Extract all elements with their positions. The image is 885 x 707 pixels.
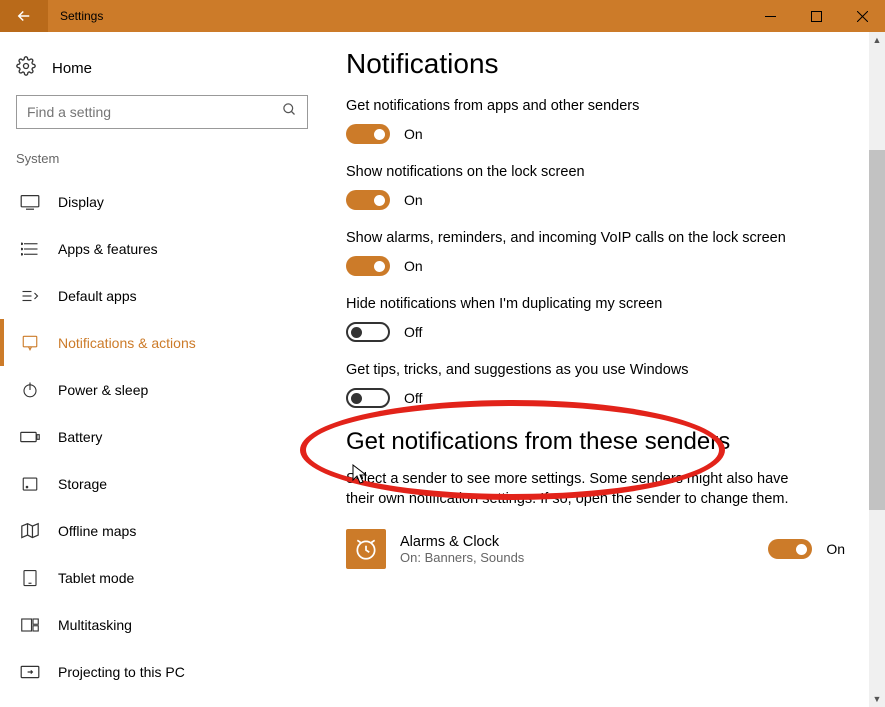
nav-power-sleep[interactable]: Power & sleep: [0, 366, 318, 413]
toggle-state-label: On: [404, 258, 423, 274]
setting-label: Show notifications on the lock screen: [346, 164, 786, 180]
nav-label: Storage: [58, 476, 107, 492]
setting-row: Hide notifications when I'm duplicating …: [346, 296, 845, 342]
setting-label: Get tips, tricks, and suggestions as you…: [346, 362, 786, 378]
scroll-up-icon[interactable]: ▲: [869, 32, 885, 48]
nav-multitasking[interactable]: Multitasking: [0, 601, 318, 648]
display-icon: [20, 194, 40, 210]
toggle-state-label: On: [826, 541, 845, 557]
page-heading: Notifications: [346, 48, 845, 80]
nav-label: Tablet mode: [58, 570, 134, 586]
setting-row: Get tips, tricks, and suggestions as you…: [346, 362, 845, 408]
maximize-button[interactable]: [793, 0, 839, 32]
nav-default-apps[interactable]: Default apps: [0, 272, 318, 319]
nav-label: Apps & features: [58, 241, 158, 257]
setting-row: Get notifications from apps and other se…: [346, 98, 845, 144]
nav-label: Display: [58, 194, 104, 210]
sender-sub: On: Banners, Sounds: [400, 550, 754, 565]
arrow-left-icon: [15, 7, 33, 25]
senders-heading: Get notifications from these senders: [346, 428, 845, 456]
toggle-switch[interactable]: [346, 388, 390, 408]
toggle-switch[interactable]: [768, 539, 812, 559]
sidebar: Home System Display Apps & features Defa…: [0, 32, 318, 707]
nav-offline-maps[interactable]: Offline maps: [0, 507, 318, 554]
senders-description: Select a sender to see more settings. So…: [346, 470, 806, 509]
default-apps-icon: [20, 288, 40, 304]
nav-label: Multitasking: [58, 617, 132, 633]
nav-display[interactable]: Display: [0, 178, 318, 225]
home-label: Home: [52, 60, 92, 77]
toggle-switch[interactable]: [346, 124, 390, 144]
list-icon: [20, 241, 40, 257]
setting-row: Show notifications on the lock screen On: [346, 164, 845, 210]
notification-icon: [20, 334, 40, 352]
setting-label: Show alarms, reminders, and incoming VoI…: [346, 230, 786, 246]
setting-row: Show alarms, reminders, and incoming VoI…: [346, 230, 845, 276]
close-icon: [857, 11, 868, 22]
nav-projecting[interactable]: Projecting to this PC: [0, 648, 318, 695]
nav-tablet-mode[interactable]: Tablet mode: [0, 554, 318, 601]
close-button[interactable]: [839, 0, 885, 32]
sender-info: Alarms & Clock On: Banners, Sounds: [400, 534, 754, 565]
search-input-wrapper[interactable]: [16, 95, 308, 129]
toggle-switch[interactable]: [346, 256, 390, 276]
nav-notifications[interactable]: Notifications & actions: [0, 319, 318, 366]
setting-label: Hide notifications when I'm duplicating …: [346, 296, 786, 312]
sender-item[interactable]: Alarms & Clock On: Banners, Sounds On: [346, 529, 845, 569]
gear-icon: [16, 56, 36, 81]
toggle-state-label: Off: [404, 324, 422, 340]
battery-icon: [20, 430, 40, 444]
sender-name: Alarms & Clock: [400, 534, 754, 550]
nav-label: Notifications & actions: [58, 335, 196, 351]
category-label: System: [0, 151, 318, 178]
storage-icon: [20, 475, 40, 493]
nav-storage[interactable]: Storage: [0, 460, 318, 507]
power-icon: [20, 381, 40, 399]
nav-battery[interactable]: Battery: [0, 413, 318, 460]
toggle-switch[interactable]: [346, 190, 390, 210]
titlebar: Settings: [0, 0, 885, 32]
projecting-icon: [20, 664, 40, 680]
toggle-state-label: Off: [404, 390, 422, 406]
toggle-switch[interactable]: [346, 322, 390, 342]
multitasking-icon: [20, 617, 40, 633]
search-icon: [282, 102, 297, 122]
setting-label: Get notifications from apps and other se…: [346, 98, 786, 114]
nav-label: Battery: [58, 429, 102, 445]
nav-label: Power & sleep: [58, 382, 148, 398]
toggle-state-label: On: [404, 126, 423, 142]
main-content: Notifications Get notifications from app…: [318, 32, 885, 707]
nav-label: Offline maps: [58, 523, 136, 539]
minimize-icon: [765, 11, 776, 22]
nav-apps-features[interactable]: Apps & features: [0, 225, 318, 272]
toggle-state-label: On: [404, 192, 423, 208]
map-icon: [20, 522, 40, 540]
alarm-clock-icon: [346, 529, 386, 569]
nav-label: Projecting to this PC: [58, 664, 185, 680]
back-button[interactable]: [0, 0, 48, 32]
scrollbar-thumb[interactable]: [869, 150, 885, 510]
window-title: Settings: [60, 9, 103, 23]
maximize-icon: [811, 11, 822, 22]
search-input[interactable]: [27, 104, 267, 120]
tablet-icon: [20, 569, 40, 587]
home-link[interactable]: Home: [0, 48, 318, 95]
scroll-down-icon[interactable]: ▼: [869, 691, 885, 707]
minimize-button[interactable]: [747, 0, 793, 32]
nav-label: Default apps: [58, 288, 137, 304]
